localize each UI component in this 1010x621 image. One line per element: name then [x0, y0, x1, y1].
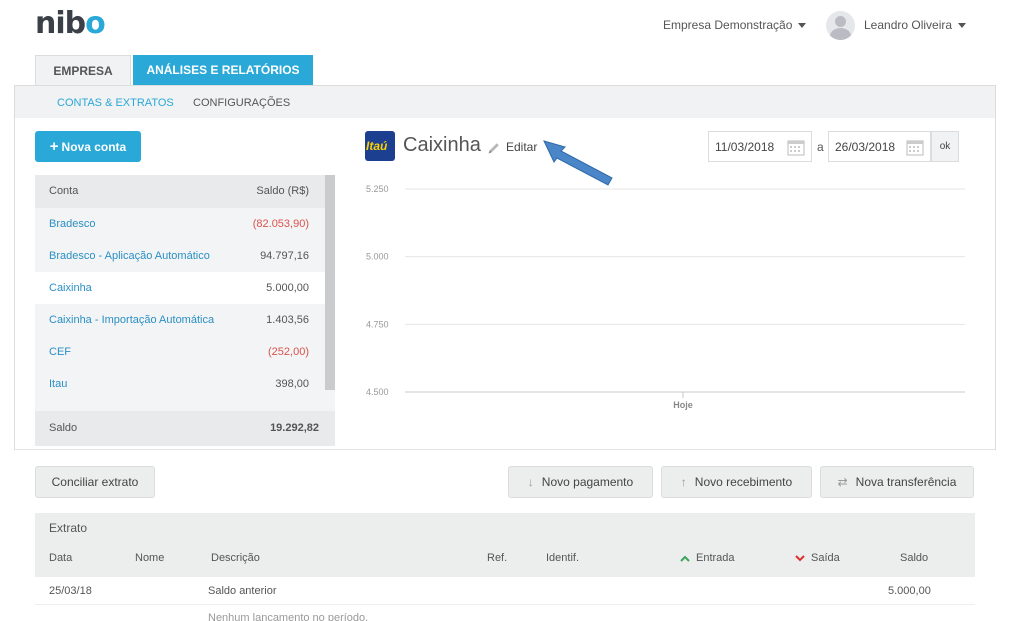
calendar-icon[interactable]: [906, 138, 924, 156]
account-name[interactable]: Bradesco - Aplicação Automático: [49, 250, 210, 262]
statement-header: Extrato Data Nome Descrição Ref. Identif…: [35, 513, 975, 577]
y-tick-label: 5.000: [366, 252, 389, 262]
col-entrada[interactable]: Entrada: [680, 552, 735, 564]
col-descricao[interactable]: Descrição: [211, 552, 260, 564]
col-saida-label: Saída: [811, 552, 840, 564]
col-identif[interactable]: Identif.: [546, 552, 579, 564]
account-name[interactable]: Caixinha: [49, 282, 92, 294]
date-from-value: 11/03/2018: [715, 140, 775, 154]
y-tick-label: 4.750: [366, 319, 389, 329]
company-name: Empresa Demonstração: [663, 18, 793, 32]
accounts-table: Conta Saldo (R$) Bradesco (82.053,90) Br…: [35, 175, 335, 446]
account-title: Caixinha: [403, 134, 481, 156]
total-value: 19.292,82: [270, 422, 319, 434]
account-balance: (82.053,90): [252, 218, 309, 230]
account-balance: (252,00): [268, 346, 309, 358]
row-date: 25/03/18: [49, 585, 92, 597]
new-account-label: Nova conta: [61, 140, 127, 154]
chevron-down-icon: [795, 554, 805, 562]
statement-title: Extrato: [49, 521, 88, 535]
calendar-icon[interactable]: [787, 138, 805, 156]
user-menu[interactable]: Leandro Oliveira: [864, 18, 967, 32]
ok-button[interactable]: ok: [931, 131, 959, 162]
new-transfer-button[interactable]: ⇄ Nova transferência: [820, 466, 974, 498]
col-entrada-label: Entrada: [696, 552, 735, 564]
avatar[interactable]: [826, 11, 855, 40]
pencil-icon[interactable]: [487, 141, 501, 155]
date-from-input[interactable]: 11/03/2018: [708, 131, 812, 162]
y-tick-label: 5.250: [366, 184, 389, 194]
account-name[interactable]: Caixinha - Importação Automática: [49, 314, 214, 326]
accounts-table-header: Conta Saldo (R$): [35, 175, 325, 208]
chevron-up-icon: [680, 555, 690, 562]
x-tick-label: Hoje: [673, 400, 693, 410]
new-account-button[interactable]: + Nova conta: [35, 131, 141, 162]
account-row[interactable]: Caixinha - Importação Automática 1.403,5…: [35, 304, 325, 336]
date-separator: a: [817, 140, 824, 154]
nibo-logo[interactable]: nibo: [35, 6, 106, 41]
col-conta: Conta: [49, 185, 79, 197]
account-balance: 5.000,00: [266, 282, 309, 294]
accounts-total: Saldo 19.292,82: [35, 411, 335, 446]
total-label: Saldo: [49, 422, 78, 434]
table-row[interactable]: 25/03/18 Saldo anterior 5.000,00: [35, 577, 975, 605]
new-payment-button[interactable]: ↓ Novo pagamento: [508, 466, 653, 498]
col-data[interactable]: Data: [49, 552, 72, 564]
new-transfer-label: Nova transferência: [855, 475, 957, 489]
new-payment-label: Novo pagamento: [541, 475, 634, 489]
tab-empresa[interactable]: EMPRESA: [35, 55, 131, 86]
chevron-down-icon: [958, 23, 967, 29]
transfer-icon: ⇄: [837, 475, 848, 489]
balance-chart: 5.250 5.000 4.750 4.500 Hoje: [366, 184, 965, 410]
account-balance: 94.797,16: [260, 250, 309, 262]
arrow-up-icon: ↑: [680, 475, 687, 489]
account-row[interactable]: Bradesco - Aplicação Automático 94.797,1…: [35, 240, 325, 272]
account-name[interactable]: Itau: [49, 378, 67, 390]
account-name[interactable]: Bradesco: [49, 218, 95, 230]
top-bar: nibo Empresa Demonstração Leandro Olivei…: [0, 0, 1010, 52]
user-name: Leandro Oliveira: [864, 18, 953, 32]
sub-navigation: CONTAS & EXTRATOS CONFIGURAÇÕES: [14, 85, 996, 119]
col-ref[interactable]: Ref.: [487, 552, 507, 564]
edit-link[interactable]: Editar: [506, 140, 537, 154]
account-row[interactable]: Bradesco (82.053,90): [35, 208, 325, 240]
col-nome[interactable]: Nome: [135, 552, 164, 564]
chevron-down-icon: [798, 23, 807, 29]
row-description: Saldo anterior: [208, 585, 277, 597]
tab-analises-relatorios[interactable]: ANÁLISES E RELATÓRIOS: [133, 55, 313, 86]
itau-logo: Itaú: [365, 131, 395, 161]
account-row-selected[interactable]: Caixinha 5.000,00: [35, 272, 325, 304]
col-saldo[interactable]: Saldo: [900, 552, 928, 564]
account-name[interactable]: CEF: [49, 346, 71, 358]
col-saldo: Saldo (R$): [256, 185, 309, 197]
account-row[interactable]: CEF (252,00): [35, 336, 325, 368]
col-saida[interactable]: Saída: [795, 552, 840, 564]
subnav-contas-extratos[interactable]: CONTAS & EXTRATOS: [57, 97, 174, 109]
new-receipt-label: Novo recebimento: [694, 475, 793, 489]
arrow-down-icon: ↓: [527, 475, 534, 489]
subnav-configuracoes[interactable]: CONFIGURAÇÕES: [193, 97, 290, 109]
company-selector[interactable]: Empresa Demonstração: [663, 18, 807, 32]
date-to-input[interactable]: 26/03/2018: [828, 131, 931, 162]
plus-icon: +: [49, 138, 59, 155]
new-receipt-button[interactable]: ↑ Novo recebimento: [661, 466, 812, 498]
account-balance: 1.403,56: [266, 314, 309, 326]
reconcile-button[interactable]: Conciliar extrato: [35, 466, 155, 498]
account-row[interactable]: Itau 398,00: [35, 368, 325, 400]
date-to-value: 26/03/2018: [835, 140, 896, 154]
y-tick-label: 4.500: [366, 387, 389, 397]
scrollbar[interactable]: [325, 175, 335, 390]
empty-message: Nenhum lançamento no período.: [208, 612, 369, 621]
row-balance: 5.000,00: [888, 585, 931, 597]
account-balance: 398,00: [275, 378, 309, 390]
